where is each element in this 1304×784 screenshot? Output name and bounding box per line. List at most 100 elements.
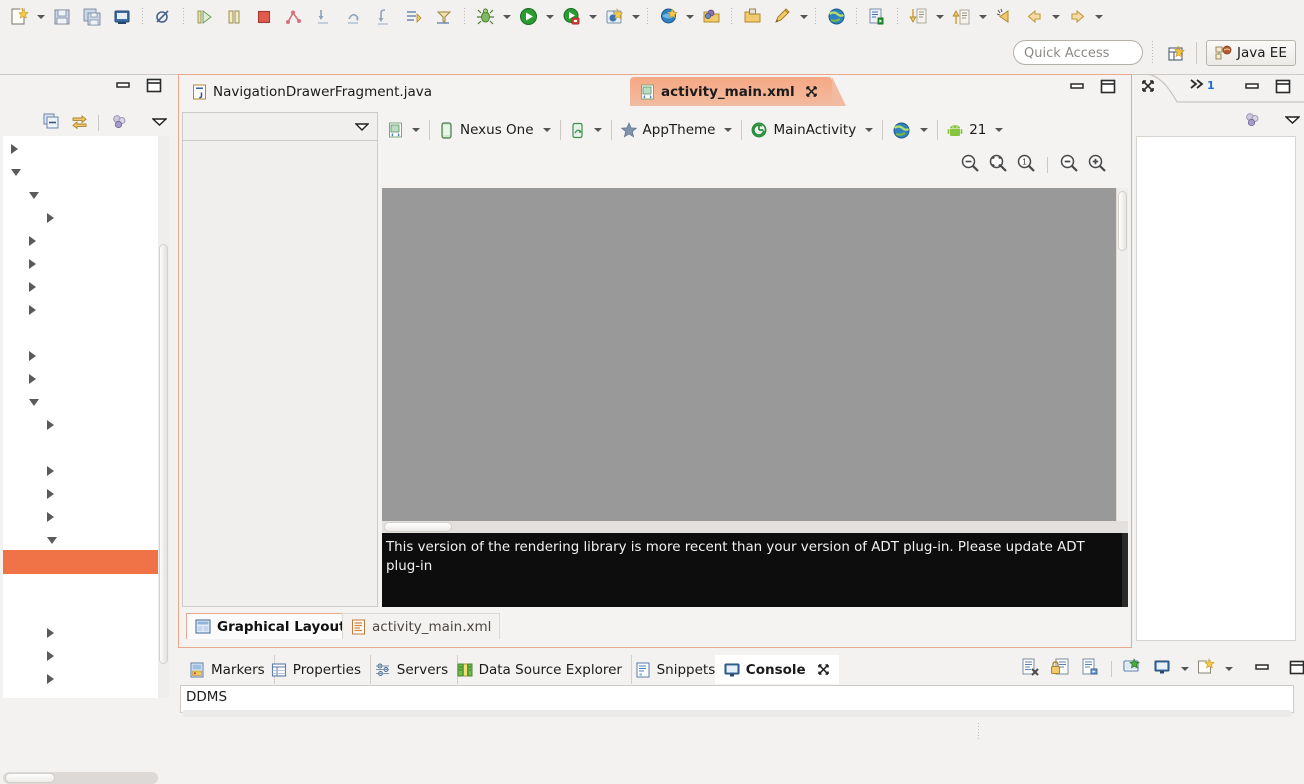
project-tree[interactable] [3,136,158,698]
tree-expand-arrow-icon[interactable] [47,674,54,684]
tree-row[interactable] [3,504,158,527]
disconnect-button[interactable] [279,3,309,31]
tree-expand-arrow-icon[interactable] [47,512,54,522]
canvas-horizontal-scroll-thumb[interactable] [384,522,452,532]
theme-chooser-dropdown-arrow[interactable] [724,128,732,132]
right-view-maximize-button[interactable] [1275,79,1291,98]
bottom-tab-active[interactable]: Console [715,655,839,684]
device-chooser[interactable]: Nexus One [433,116,557,144]
tree-expand-arrow-icon[interactable] [29,282,36,292]
next-annotation-dropdown-arrow[interactable] [933,3,946,31]
new-wizard-dropdown-arrow[interactable] [34,3,47,31]
device-chooser-dropdown-arrow[interactable] [543,128,551,132]
right-view-content[interactable] [1136,136,1296,641]
collapse-all-button[interactable] [40,113,62,133]
run-button[interactable] [513,3,543,31]
scroll-lock-button[interactable] [1046,656,1075,682]
palette-menu-icon[interactable] [355,121,369,136]
display-selected-console-button[interactable] [1118,656,1147,682]
locale-chooser[interactable] [886,116,934,144]
tree-row[interactable] [3,274,158,297]
editor-maximize-button[interactable] [1100,79,1116,98]
tree-row[interactable] [3,320,158,343]
previous-annotation-dropdown-arrow[interactable] [976,3,989,31]
last-edit-location-button[interactable] [989,3,1019,31]
new-console-view-dropdown-arrow[interactable] [1222,655,1235,683]
activity-chooser-dropdown-arrow[interactable] [865,128,873,132]
open-perspective-button[interactable] [1163,41,1189,65]
tree-row[interactable] [3,435,158,458]
tree-row[interactable] [3,666,158,689]
android-sdk-manager-dropdown-arrow[interactable] [683,3,696,31]
editor-tab-close-icon[interactable] [805,85,818,98]
left-view-horizontal-scroll-thumb[interactable] [5,773,55,783]
zoom-to-fit-button[interactable] [957,153,983,177]
run-dropdown-arrow[interactable] [543,3,556,31]
tree-row[interactable] [3,458,158,481]
locale-chooser-dropdown-arrow[interactable] [920,128,928,132]
tree-row[interactable] [3,297,158,320]
save-button[interactable] [47,3,77,31]
canvas-horizontal-scrollbar[interactable] [382,521,1128,533]
step-return-button[interactable] [369,3,399,31]
perspective-java-ee-button[interactable]: Java EE [1206,40,1296,66]
tree-row[interactable] [3,620,158,643]
tree-row[interactable] [3,251,158,274]
tree-row[interactable] [3,159,158,182]
open-package-button[interactable] [696,3,726,31]
resume-button[interactable] [189,3,219,31]
tree-expand-arrow-icon[interactable] [47,466,54,476]
tree-collapse-arrow-icon[interactable] [29,192,39,199]
print-button[interactable] [107,3,137,31]
tree-row[interactable] [3,343,158,366]
tree-expand-arrow-icon[interactable] [29,305,36,315]
editor-bottom-tab[interactable]: activity_main.xml [342,613,500,639]
open-task-button[interactable] [862,3,892,31]
error-panel-scrollbar[interactable] [1122,533,1128,607]
tree-expand-arrow-icon[interactable] [47,489,54,499]
bottom-tab[interactable]: Data Source Explorer [448,655,632,684]
tree-row[interactable] [3,597,158,620]
tree-row-selected[interactable] [3,550,158,574]
open-web-browser-button[interactable] [821,3,851,31]
editor-minimize-button[interactable] [1070,80,1085,97]
focus-on-active-task-button[interactable] [1241,111,1263,131]
drop-to-frame-button[interactable] [399,3,429,31]
new-wizard-button[interactable] [4,3,34,31]
left-view-minimize-button[interactable] [116,79,131,96]
editor-tab-inactive[interactable]: NavigationDrawerFragment.java [182,77,442,106]
link-with-editor-button[interactable] [68,113,90,133]
orientation-chooser[interactable] [564,116,608,144]
left-view-vertical-scroll-thumb[interactable] [159,244,168,664]
tree-expand-arrow-icon[interactable] [47,213,54,223]
debug-dropdown-arrow[interactable] [500,3,513,31]
api-level-chooser[interactable]: 21 [941,116,1009,144]
tree-expand-arrow-icon[interactable] [29,351,36,361]
view-menu-button[interactable] [148,113,170,133]
tree-expand-arrow-icon[interactable] [29,374,36,384]
canvas-vertical-scroll-thumb[interactable] [1118,191,1127,251]
bottom-view-minimize-button[interactable] [1248,656,1277,682]
editor-tab-active[interactable]: activity_main.xml [630,77,832,106]
activity-chooser[interactable]: MainActivity [745,116,879,144]
zoom-actual-size-button[interactable]: 1 [1013,153,1039,177]
tree-expand-arrow-icon[interactable] [29,236,36,246]
console-horizontal-scrollbar[interactable] [182,710,1292,717]
pin-console-button[interactable] [1076,656,1105,682]
next-annotation-button[interactable] [903,3,933,31]
tree-row[interactable] [3,366,158,389]
zoom-in-button[interactable] [1084,153,1110,177]
tree-expand-arrow-icon[interactable] [47,651,54,661]
skip-breakpoints-button[interactable] [148,3,178,31]
layout-render-canvas[interactable] [382,188,1116,521]
new-android-project-button[interactable] [599,3,629,31]
view-menu-button[interactable] [1281,111,1303,131]
new-java-annotation-button[interactable] [767,3,797,31]
new-java-annotation-dropdown-arrow[interactable] [797,3,810,31]
forward-dropdown-arrow[interactable] [1092,3,1105,31]
status-bar-resize-handle[interactable] [978,723,979,741]
run-external-tools-button[interactable] [556,3,586,31]
console-output[interactable]: DDMS [180,685,1294,713]
open-console-dropdown-arrow[interactable] [1178,655,1191,683]
tree-collapse-arrow-icon[interactable] [47,537,57,544]
